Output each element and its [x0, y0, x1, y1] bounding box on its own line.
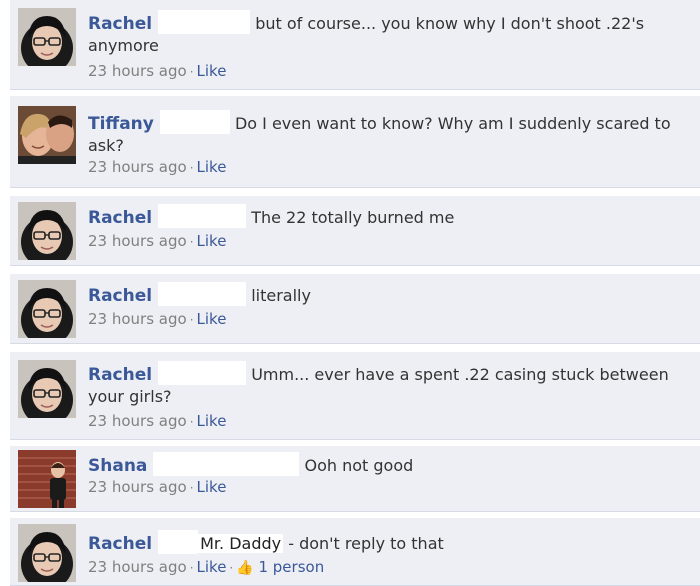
- comment-item: Shana Ooh not good 23 hours ago · Like: [10, 446, 700, 512]
- timestamp: 23 hours ago: [88, 558, 187, 576]
- woman-with-glasses-avatar-icon: [18, 360, 76, 418]
- redacted-name: [153, 452, 300, 476]
- author-name[interactable]: Rachel: [88, 286, 152, 306]
- comment-body: Rachel Umm... ever have a spent .22 casi…: [88, 361, 690, 408]
- comment-meta: 23 hours ago · Like: [88, 478, 226, 496]
- like-link[interactable]: Like: [197, 62, 227, 80]
- comment-body: Rachel but of course... you know why I d…: [88, 10, 690, 57]
- like-link[interactable]: Like: [197, 310, 227, 328]
- woman-with-glasses-avatar-icon: [18, 8, 76, 66]
- timestamp: 23 hours ago: [88, 158, 187, 176]
- timestamp: 23 hours ago: [88, 310, 187, 328]
- separator: ·: [189, 235, 194, 249]
- likes-count-link[interactable]: 1 person: [258, 558, 324, 576]
- timestamp: 23 hours ago: [88, 412, 187, 430]
- author-name[interactable]: Shana: [88, 456, 147, 476]
- shana-avatar[interactable]: [18, 450, 76, 508]
- comment-item: Rachel Mr. Daddy - don't reply to that 23…: [10, 518, 700, 586]
- comment-meta: 23 hours ago · Like: [88, 412, 226, 430]
- timestamp: 23 hours ago: [88, 478, 187, 496]
- comment-item: Rachel Umm... ever have a spent .22 casi…: [10, 352, 700, 440]
- comment-item: Rachel The 22 totally burned me 23 hours…: [10, 196, 700, 266]
- like-link[interactable]: Like: [197, 158, 227, 176]
- mentioned-name[interactable]: Mr. Daddy: [198, 534, 284, 553]
- redacted-name: [158, 204, 247, 228]
- woman-with-glasses-avatar-icon: [18, 202, 76, 260]
- separator: ·: [189, 161, 194, 175]
- timestamp: 23 hours ago: [88, 232, 187, 250]
- author-name[interactable]: Rachel: [88, 208, 152, 228]
- author-name[interactable]: Tiffany: [88, 114, 154, 134]
- separator: ·: [229, 561, 234, 575]
- redacted-name: [158, 530, 199, 554]
- comment-text: The 22 totally burned me: [251, 208, 455, 227]
- child-brick-wall-avatar-icon: [18, 450, 76, 508]
- rachel-avatar[interactable]: [18, 360, 76, 418]
- comment-body: Rachel Mr. Daddy - don't reply to that: [88, 530, 690, 555]
- redacted-name: [159, 110, 230, 134]
- comment-item: Rachel literally 23 hours ago · Like: [10, 274, 700, 344]
- author-name[interactable]: Rachel: [88, 365, 152, 385]
- thumbs-up-icon: 👍: [236, 560, 254, 576]
- redacted-name: [158, 361, 247, 385]
- like-link[interactable]: Like: [197, 232, 227, 250]
- rachel-avatar[interactable]: [18, 524, 76, 582]
- couple-photo-avatar-icon: [18, 106, 76, 164]
- redacted-name: [158, 10, 251, 34]
- tiffany-avatar[interactable]: [18, 106, 76, 164]
- comment-body: Shana Ooh not good: [88, 452, 690, 477]
- redacted-name: [158, 282, 247, 306]
- comment-meta: 23 hours ago · Like: [88, 310, 226, 328]
- rachel-avatar[interactable]: [18, 202, 76, 260]
- comment-item: Rachel but of course... you know why I d…: [10, 0, 700, 90]
- comment-text: Ooh not good: [304, 456, 414, 475]
- separator: ·: [189, 481, 194, 495]
- comment-meta: 23 hours ago · Like: [88, 158, 226, 176]
- comment-text: - don't reply to that: [288, 534, 444, 553]
- comment-meta: 23 hours ago · Like: [88, 232, 226, 250]
- like-link[interactable]: Like: [197, 412, 227, 430]
- comment-body: Rachel literally: [88, 282, 690, 307]
- separator: ·: [189, 65, 194, 79]
- comment-item: Tiffany Do I even want to know? Why am I…: [10, 96, 700, 188]
- woman-with-glasses-avatar-icon: [18, 280, 76, 338]
- comment-body: Rachel The 22 totally burned me: [88, 204, 690, 229]
- timestamp: 23 hours ago: [88, 62, 187, 80]
- comment-body: Tiffany Do I even want to know? Why am I…: [88, 110, 690, 157]
- comment-meta: 23 hours ago · Like · 👍 1 person: [88, 558, 324, 576]
- separator: ·: [189, 415, 194, 429]
- separator: ·: [189, 561, 194, 575]
- comment-meta: 23 hours ago · Like: [88, 62, 226, 80]
- like-link[interactable]: Like: [197, 558, 227, 576]
- comment-text: literally: [251, 286, 311, 305]
- separator: ·: [189, 313, 194, 327]
- author-name[interactable]: Rachel: [88, 534, 152, 554]
- rachel-avatar[interactable]: [18, 8, 76, 66]
- rachel-avatar[interactable]: [18, 280, 76, 338]
- author-name[interactable]: Rachel: [88, 14, 152, 34]
- woman-with-glasses-avatar-icon: [18, 524, 76, 582]
- like-link[interactable]: Like: [197, 478, 227, 496]
